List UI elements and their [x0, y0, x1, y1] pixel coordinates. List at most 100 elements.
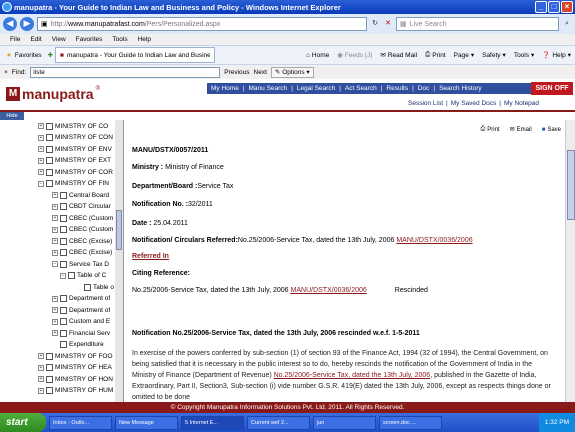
task-new-message[interactable]: New Message: [115, 415, 178, 430]
toc-checkbox[interactable]: [68, 272, 75, 279]
toc-item[interactable]: + MINISTRY OF FOO: [38, 351, 113, 361]
sign-off-button[interactable]: SIGN OFF: [531, 82, 573, 95]
saved-docs-link[interactable]: My Saved Docs: [451, 100, 497, 107]
toc-item[interactable]: − MINISTRY OF FIN: [38, 179, 109, 189]
session-list-link[interactable]: Session List: [408, 100, 443, 107]
doc-scroll-thumb[interactable]: [567, 150, 575, 220]
expand-icon[interactable]: +: [38, 376, 44, 382]
expand-icon[interactable]: +: [52, 307, 58, 313]
menu-view[interactable]: View: [52, 36, 66, 43]
toc-item[interactable]: + MINISTRY OF HON: [38, 374, 113, 384]
expand-icon[interactable]: +: [38, 123, 44, 129]
nav-my-home[interactable]: My Home: [211, 85, 239, 92]
toc-checkbox[interactable]: [46, 122, 53, 130]
toc-checkbox[interactable]: [60, 214, 67, 222]
nav-act-search[interactable]: Act Search: [345, 85, 377, 92]
read-mail-button[interactable]: ✉ Read Mail: [380, 51, 417, 60]
maximize-button[interactable]: □: [548, 1, 560, 13]
safety-menu-button[interactable]: Safety ▾: [482, 51, 506, 60]
page-menu-button[interactable]: Page ▾: [454, 51, 474, 60]
toc-checkbox[interactable]: [46, 145, 53, 153]
find-options-button[interactable]: ✎ Options ▾: [270, 66, 314, 78]
toc-item[interactable]: + CBEC (Excise): [52, 248, 112, 258]
forward-button[interactable]: ▶: [20, 17, 34, 31]
doc-print-button[interactable]: ⎙ Print: [480, 126, 499, 133]
toc-checkbox[interactable]: [84, 283, 91, 291]
start-button[interactable]: start: [0, 413, 46, 432]
toc-item[interactable]: + Custom and E: [52, 317, 110, 327]
favorites-button[interactable]: ★ Favorites: [0, 51, 48, 60]
toc-item[interactable]: + CBDT Circular: [52, 202, 111, 212]
task-internet-explorer[interactable]: 5 Internet E...: [181, 415, 244, 430]
menu-favorites[interactable]: Favorites: [76, 36, 103, 43]
url-field[interactable]: ▣ http://www.manupatrafast.com/Pers/Pers…: [37, 17, 367, 31]
expand-icon[interactable]: +: [52, 215, 58, 221]
collapse-icon[interactable]: −: [52, 261, 58, 267]
search-icon[interactable]: ⌕: [562, 17, 572, 31]
expand-icon[interactable]: +: [52, 249, 58, 256]
nav-search-history[interactable]: Search History: [439, 85, 482, 92]
toc-checkbox[interactable]: [60, 306, 67, 314]
toc-item[interactable]: + CBEC (Excise): [52, 236, 112, 246]
toc-item[interactable]: − Service Tax D: [52, 259, 109, 269]
toc-item[interactable]: + Department of: [52, 305, 110, 315]
referred-link[interactable]: MANU/DSTX/0036/2006: [396, 237, 472, 244]
expand-icon[interactable]: +: [38, 364, 44, 371]
citing-link[interactable]: MANU/DSTX/0036/2006: [291, 287, 367, 294]
toc-checkbox[interactable]: [46, 157, 53, 164]
find-previous-button[interactable]: Previous: [224, 69, 249, 76]
toc-item[interactable]: Expenditure: [52, 340, 104, 350]
task-current-wef[interactable]: Current wef 2...: [247, 415, 310, 430]
toc-item[interactable]: + Central Board: [52, 190, 109, 200]
find-input[interactable]: [30, 66, 221, 78]
body-link[interactable]: No.25/2006-Service Tax, dated the 13th J…: [274, 372, 431, 379]
browser-tab[interactable]: ■ manupatra - Your Guide to Indian Law a…: [55, 47, 216, 63]
notepad-link[interactable]: My Notepad: [504, 100, 539, 107]
expand-icon[interactable]: +: [52, 192, 58, 198]
expand-icon[interactable]: +: [52, 295, 58, 302]
expand-icon[interactable]: +: [52, 238, 58, 244]
toc-checkbox[interactable]: [60, 226, 67, 233]
toc-checkbox[interactable]: [46, 375, 53, 383]
toc-checkbox[interactable]: [60, 237, 67, 245]
toc-scroll-thumb[interactable]: [116, 210, 122, 250]
toc-item[interactable]: + MINISTRY OF HEA: [38, 363, 112, 373]
toc-checkbox[interactable]: [46, 134, 53, 141]
close-button[interactable]: ×: [561, 1, 573, 13]
toc-checkbox[interactable]: [60, 249, 67, 256]
expand-icon[interactable]: +: [38, 134, 44, 141]
toc-scrollbar[interactable]: [115, 120, 123, 402]
toc-item[interactable]: + CBEC (Custom: [52, 213, 113, 223]
toc-item[interactable]: + MINISTRY OF COR: [38, 167, 113, 177]
nav-manu-search[interactable]: Manu Search: [249, 85, 288, 92]
toc-item[interactable]: − Table of C: [60, 271, 106, 281]
expand-icon[interactable]: +: [38, 353, 44, 359]
doc-save-button[interactable]: ■ Save: [542, 126, 561, 133]
nav-doc[interactable]: Doc: [418, 85, 430, 92]
expand-icon[interactable]: +: [52, 203, 58, 210]
expand-icon[interactable]: +: [38, 387, 44, 394]
toc-item[interactable]: + Financial Serv: [52, 328, 110, 338]
expand-icon[interactable]: +: [52, 330, 58, 336]
doc-scrollbar[interactable]: [565, 120, 575, 402]
tools-menu-button[interactable]: Tools ▾: [514, 51, 534, 60]
nav-results[interactable]: Results: [386, 85, 408, 92]
menu-file[interactable]: File: [10, 36, 20, 43]
collapse-icon[interactable]: −: [38, 180, 44, 187]
toc-item[interactable]: + CBEC (Custom: [52, 225, 113, 235]
back-button[interactable]: ◀: [3, 17, 17, 31]
expand-icon[interactable]: +: [52, 226, 58, 233]
toc-item[interactable]: + Department of: [52, 294, 110, 304]
stop-icon[interactable]: ✕: [383, 17, 393, 31]
menu-edit[interactable]: Edit: [30, 36, 41, 43]
search-input[interactable]: ▦ Live Search: [396, 17, 559, 31]
expand-icon[interactable]: +: [38, 169, 44, 175]
refresh-icon[interactable]: ↻: [370, 17, 380, 31]
toc-item[interactable]: + MINISTRY OF ENV: [38, 144, 112, 154]
expand-icon[interactable]: +: [52, 318, 58, 325]
toc-checkbox[interactable]: [60, 341, 67, 348]
toc-checkbox[interactable]: [46, 180, 53, 187]
toc-item[interactable]: + MINISTRY OF CO: [38, 121, 108, 131]
help-menu-button[interactable]: ❓ Help ▾: [542, 51, 571, 60]
toc-checkbox[interactable]: [60, 318, 67, 325]
